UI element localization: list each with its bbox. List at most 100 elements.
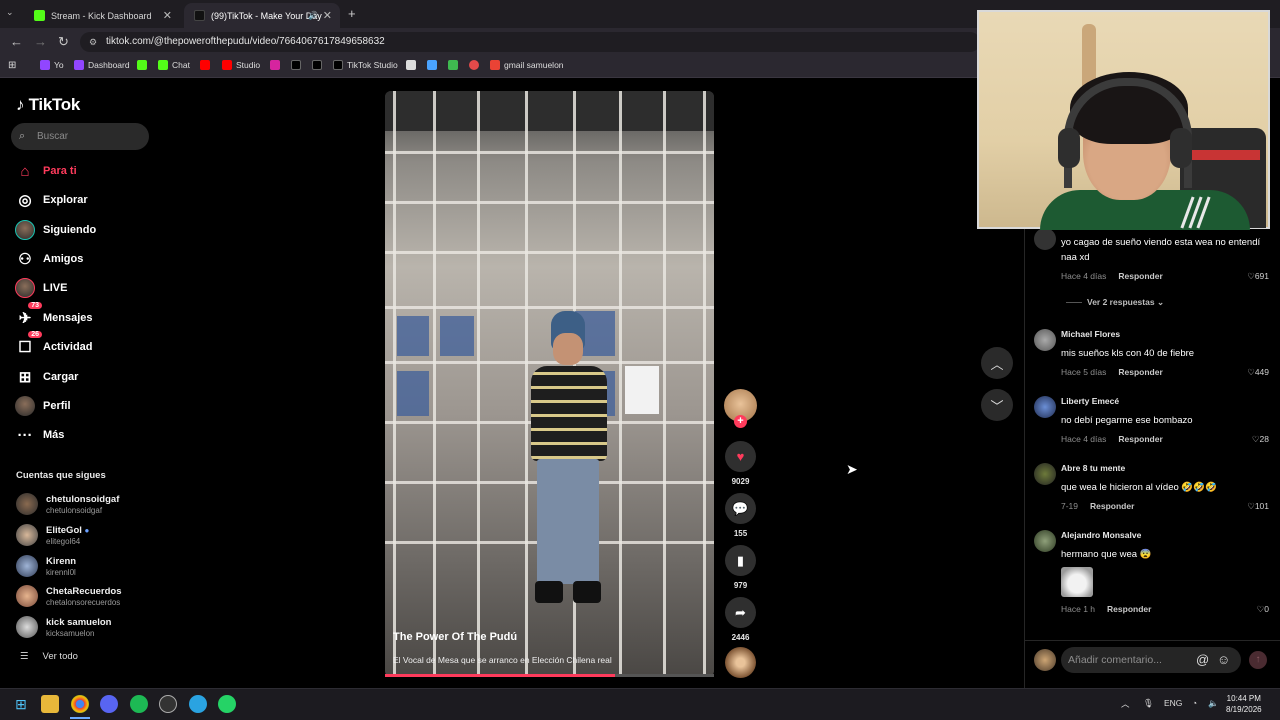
comment-like-button[interactable]: ♡691	[1239, 271, 1269, 282]
tab-kick-dashboard[interactable]: Stream - Kick Dashboard ✕	[24, 3, 180, 28]
reply-button[interactable]: Responder	[1090, 501, 1134, 511]
reply-button[interactable]: Responder	[1118, 367, 1162, 377]
telegram-icon[interactable]	[189, 695, 207, 713]
following-account[interactable]: kick samuelon kicksamuelon	[16, 616, 111, 638]
mention-icon[interactable]: @	[1196, 652, 1209, 667]
video-author[interactable]: The Power Of The Pudú	[393, 631, 517, 643]
bookmark-tiktok[interactable]	[312, 60, 326, 70]
bookmark-x[interactable]	[291, 60, 305, 70]
tray-chevron-icon[interactable]: ︿	[1121, 698, 1130, 710]
following-account[interactable]: Kirenn kirennl0l	[16, 555, 76, 577]
bookmark-tiktok-studio[interactable]: TikTok Studio	[333, 60, 398, 70]
bookmark-label: Chat	[172, 60, 190, 70]
site-info-icon[interactable]: ⚙	[89, 32, 97, 52]
bookmark-dashboard[interactable]: Dashboard	[74, 60, 130, 70]
reply-button[interactable]: Responder	[1107, 604, 1151, 614]
tab-search-icon[interactable]: ⌄	[6, 7, 14, 18]
share-button[interactable]: ➦	[725, 597, 756, 628]
comment-username[interactable]: Alejandro Monsalve	[1061, 530, 1141, 540]
new-tab-button[interactable]: +	[348, 6, 356, 21]
next-video-button[interactable]: ﹀	[981, 389, 1013, 421]
chrome-icon[interactable]	[71, 695, 89, 713]
nav-siguiendo[interactable]: Siguiendo	[15, 219, 96, 241]
reload-icon[interactable]: ↻	[58, 34, 69, 50]
url-input[interactable]: ⚙ tiktok.com/@thepowerofthepudu/video/76…	[80, 32, 980, 52]
nav-explorar[interactable]: ◎ Explorar	[15, 189, 88, 211]
video-progress-bar[interactable]	[385, 674, 714, 677]
nav-actividad[interactable]: ☐ 26 Actividad	[15, 331, 93, 358]
volume-icon[interactable]: 🔈	[1208, 698, 1219, 709]
spotify-icon[interactable]	[130, 695, 148, 713]
account-handle: chetulonsoidgaf	[46, 505, 103, 515]
comment-username[interactable]: Abre 8 tu mente	[1061, 463, 1125, 473]
close-icon[interactable]: ✕	[323, 9, 332, 22]
reply-button[interactable]: Responder	[1118, 271, 1162, 281]
whatsapp-icon[interactable]	[218, 695, 236, 713]
nav-perfil[interactable]: Perfil	[15, 395, 71, 417]
nav-amigos[interactable]: ⚇ Amigos	[15, 248, 83, 270]
language-indicator[interactable]: ENG	[1164, 698, 1182, 708]
comment-input[interactable]: Añadir comentario...	[1061, 647, 1241, 673]
view-replies-button[interactable]: Ver 2 respuestas ⌄	[1087, 297, 1164, 308]
like-button[interactable]: ♥	[725, 441, 756, 472]
comment-like-button[interactable]: ♡101	[1239, 501, 1269, 512]
comment-like-button[interactable]: ♡449	[1239, 367, 1269, 378]
send-button[interactable]: ↑	[1249, 651, 1267, 669]
obs-icon[interactable]	[159, 695, 177, 713]
save-button[interactable]: ▮	[725, 545, 756, 576]
bookmark-misc-1[interactable]	[406, 60, 420, 70]
bookmark-youtube[interactable]	[200, 60, 214, 70]
nav-para-ti[interactable]: ⌂ Para ti	[15, 160, 76, 182]
bookmark-misc-4[interactable]	[469, 60, 483, 70]
speaker-icon[interactable]: 🔊	[308, 11, 318, 20]
clock-time: 10:44 PM	[1226, 694, 1261, 703]
notification-badge: 73	[28, 302, 42, 309]
shelf-post	[433, 91, 436, 677]
close-icon[interactable]: ✕	[163, 9, 172, 22]
bookmark-misc-2[interactable]	[427, 60, 441, 70]
nav-mas[interactable]: ··· Más	[15, 424, 65, 446]
following-account[interactable]: ChetaRecuerdos chetalonsorecuerdos	[16, 585, 122, 607]
nav-mensajes[interactable]: ✈ 73 Mensajes	[15, 302, 93, 329]
comment-time: 7-19	[1061, 501, 1079, 511]
bookmark-yo[interactable]: Yo	[40, 60, 64, 70]
app-icon	[469, 60, 479, 70]
comment-like-button[interactable]: ♡28	[1239, 434, 1269, 445]
microphone-icon[interactable]: 🎙	[1143, 698, 1154, 709]
following-account[interactable]: chetulonsoidgaf chetulonsoidgaf	[16, 493, 119, 515]
emoji-icon[interactable]: ☺	[1217, 652, 1230, 667]
search-placeholder: Buscar	[37, 131, 69, 142]
apps-icon[interactable]: ⊞	[8, 60, 16, 71]
bookmark-kick[interactable]	[137, 60, 151, 70]
comment-button[interactable]: 💬	[725, 493, 756, 524]
bookmark-chat[interactable]: Chat	[158, 60, 190, 70]
search-input[interactable]: ⌕ Buscar	[11, 123, 149, 150]
tab-tiktok[interactable]: (99)TikTok - Make Your Day 🔊 ✕	[184, 3, 340, 28]
nav-live[interactable]: LIVE	[15, 277, 67, 299]
windows-start-icon[interactable]: ⊞	[12, 695, 30, 713]
comment-like-button[interactable]: ♡0	[1239, 604, 1269, 615]
reply-button[interactable]: Responder	[1118, 434, 1162, 444]
file-explorer-icon[interactable]	[41, 695, 59, 713]
comment-image[interactable]	[1061, 567, 1093, 597]
video-player[interactable]	[385, 91, 714, 677]
system-clock[interactable]: 10:44 PM 8/19/2026	[1226, 693, 1262, 715]
following-account[interactable]: EliteGol ● elitegol64	[16, 524, 89, 546]
follow-plus-icon[interactable]: +	[734, 415, 747, 428]
discord-icon[interactable]	[100, 695, 118, 713]
bookmark-misc-3[interactable]	[448, 60, 462, 70]
bookmark-instagram[interactable]	[270, 60, 284, 70]
back-icon[interactable]: ←	[10, 34, 23, 49]
bookmark-studio[interactable]: Studio	[222, 60, 260, 70]
tiktok-logo[interactable]: ♪ TikTok	[16, 95, 80, 115]
nav-cargar[interactable]: ⊞ Cargar	[15, 366, 79, 388]
previous-video-button[interactable]: ︿	[981, 347, 1013, 379]
wifi-icon[interactable]: ◔	[1192, 698, 1197, 708]
comment-username[interactable]: Michael Flores	[1061, 329, 1120, 339]
music-disc-icon[interactable]	[725, 647, 756, 678]
forward-icon[interactable]: →	[34, 34, 47, 49]
bookmark-gmail[interactable]: gmail samuelon	[490, 60, 564, 70]
comment-username[interactable]: Liberty Emecé	[1061, 396, 1119, 406]
see-all-button[interactable]: ☰ Ver todo	[20, 651, 78, 662]
nav-label: Explorar	[43, 194, 88, 206]
